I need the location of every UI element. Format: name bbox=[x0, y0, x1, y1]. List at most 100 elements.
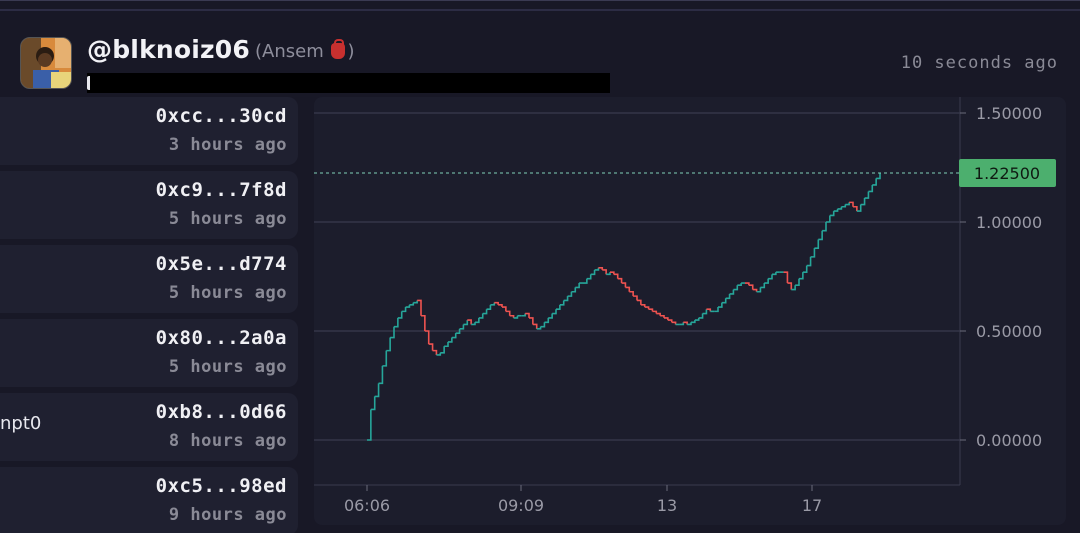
alias-close: ) bbox=[347, 41, 355, 62]
price-segment bbox=[440, 346, 445, 354]
price-segment bbox=[845, 202, 850, 206]
price-segment bbox=[814, 239, 820, 249]
transaction-address[interactable]: 0x80...2a0a bbox=[156, 327, 287, 349]
transaction-time: 5 hours ago bbox=[168, 283, 287, 303]
y-tick-label: 0.50000 bbox=[976, 322, 1042, 341]
price-segment bbox=[802, 265, 808, 273]
price-segment bbox=[656, 312, 661, 316]
price-segment bbox=[498, 304, 503, 308]
price-segment bbox=[540, 322, 546, 328]
post-timestamp: 10 seconds ago bbox=[900, 53, 1058, 73]
price-segment bbox=[841, 204, 847, 208]
price-segment bbox=[482, 309, 488, 315]
price-segment bbox=[868, 184, 874, 193]
price-segment bbox=[721, 298, 727, 304]
x-tick-label: 13 bbox=[657, 496, 677, 515]
transaction-address[interactable]: 0x5e...d774 bbox=[156, 253, 287, 275]
post-header: @blknoiz06 (Ansem ) 10 seconds ago bbox=[0, 11, 1080, 95]
price-segment bbox=[532, 323, 538, 329]
price-segment bbox=[552, 309, 557, 315]
transaction-time: 8 hours ago bbox=[168, 431, 287, 451]
price-segment bbox=[413, 300, 418, 304]
price-segment bbox=[378, 365, 384, 385]
price-segment bbox=[694, 317, 700, 321]
user-handle[interactable]: @blknoiz06 bbox=[87, 35, 250, 64]
transaction-card[interactable]: 0xc5...98ed 9 hours ago bbox=[0, 467, 298, 533]
transaction-time: 3 hours ago bbox=[168, 135, 287, 155]
transaction-card[interactable]: npt0 0xb8...0d66 8 hours ago bbox=[0, 393, 298, 461]
transaction-address[interactable]: 0xc9...7f8d bbox=[156, 179, 287, 201]
transaction-card[interactable]: 0xcc...30cd 3 hours ago bbox=[0, 97, 298, 165]
price-chart[interactable]: 1.50000 1.00000 0.50000 0.00000 06:06 09:09 13… bbox=[314, 97, 1066, 525]
price-segment bbox=[637, 299, 642, 305]
price-segment bbox=[575, 283, 580, 289]
price-segment bbox=[617, 277, 623, 284]
price-segment bbox=[432, 349, 438, 355]
transaction-address[interactable]: 0xb8...0d66 bbox=[156, 401, 287, 423]
price-segment bbox=[613, 273, 619, 279]
transaction-address[interactable]: 0xc5...98ed bbox=[156, 475, 287, 497]
price-segment bbox=[679, 322, 685, 326]
user-avatar[interactable] bbox=[20, 37, 72, 89]
price-segment bbox=[382, 350, 388, 367]
price-segment bbox=[698, 313, 704, 319]
transaction-label: npt0 bbox=[0, 413, 42, 434]
x-tick-label: 17 bbox=[802, 496, 822, 515]
price-segment bbox=[502, 306, 507, 312]
transaction-time: 9 hours ago bbox=[168, 505, 287, 525]
price-segment bbox=[748, 284, 754, 290]
price-segment bbox=[860, 198, 866, 206]
price-segment bbox=[810, 248, 816, 258]
price-segment bbox=[590, 269, 596, 276]
price-segment bbox=[826, 215, 831, 223]
price-segment bbox=[833, 208, 839, 212]
transaction-time: 5 hours ago bbox=[168, 357, 287, 377]
price-segment bbox=[853, 205, 858, 212]
price-segment bbox=[725, 293, 731, 300]
price-segment bbox=[799, 272, 804, 280]
price-segment bbox=[621, 282, 627, 288]
price-segment bbox=[370, 396, 376, 411]
price-segment bbox=[478, 313, 484, 319]
price-segment bbox=[367, 409, 372, 441]
price-segment bbox=[463, 320, 469, 326]
red-bag-icon bbox=[331, 39, 346, 59]
price-segment bbox=[448, 337, 453, 343]
transaction-card[interactable]: 0x5e...d774 5 hours ago bbox=[0, 245, 298, 313]
price-segment bbox=[640, 304, 646, 308]
transaction-card[interactable]: 0xc9...7f8d 5 hours ago bbox=[0, 171, 298, 239]
transaction-card[interactable]: 0x80...2a0a 5 hours ago bbox=[0, 319, 298, 387]
y-tick-label: 0.00000 bbox=[976, 431, 1042, 450]
price-segment bbox=[818, 230, 823, 241]
price-segment bbox=[509, 314, 515, 318]
price-segment bbox=[374, 383, 380, 398]
user-alias: (Ansem ) bbox=[255, 39, 355, 62]
price-segment bbox=[745, 282, 750, 286]
price-segment bbox=[737, 283, 742, 287]
price-segment bbox=[386, 337, 391, 352]
price-segment bbox=[660, 314, 665, 318]
price-segment bbox=[475, 317, 480, 324]
price-segment bbox=[424, 330, 430, 345]
price-segment bbox=[409, 302, 415, 306]
price-segment bbox=[787, 282, 793, 290]
price-segment bbox=[594, 267, 600, 271]
price-segment bbox=[822, 222, 827, 232]
transaction-address[interactable]: 0xcc...30cd bbox=[156, 105, 287, 127]
price-segment bbox=[444, 341, 449, 348]
price-segment bbox=[548, 313, 553, 319]
price-segment bbox=[795, 278, 800, 287]
price-segment bbox=[768, 274, 773, 280]
price-segment bbox=[760, 283, 766, 289]
price-segment bbox=[486, 304, 492, 310]
price-segment bbox=[671, 321, 677, 325]
price-segment bbox=[559, 300, 565, 306]
app-frame: @blknoiz06 (Ansem ) 10 seconds ago 0xcc.… bbox=[0, 0, 1080, 533]
price-segment bbox=[544, 317, 550, 324]
current-price-label: 1.22500 bbox=[974, 164, 1040, 183]
price-segment bbox=[556, 304, 561, 310]
price-segment bbox=[421, 314, 426, 331]
price-segment bbox=[864, 191, 870, 199]
price-segment bbox=[644, 306, 650, 310]
price-segment bbox=[702, 309, 708, 315]
